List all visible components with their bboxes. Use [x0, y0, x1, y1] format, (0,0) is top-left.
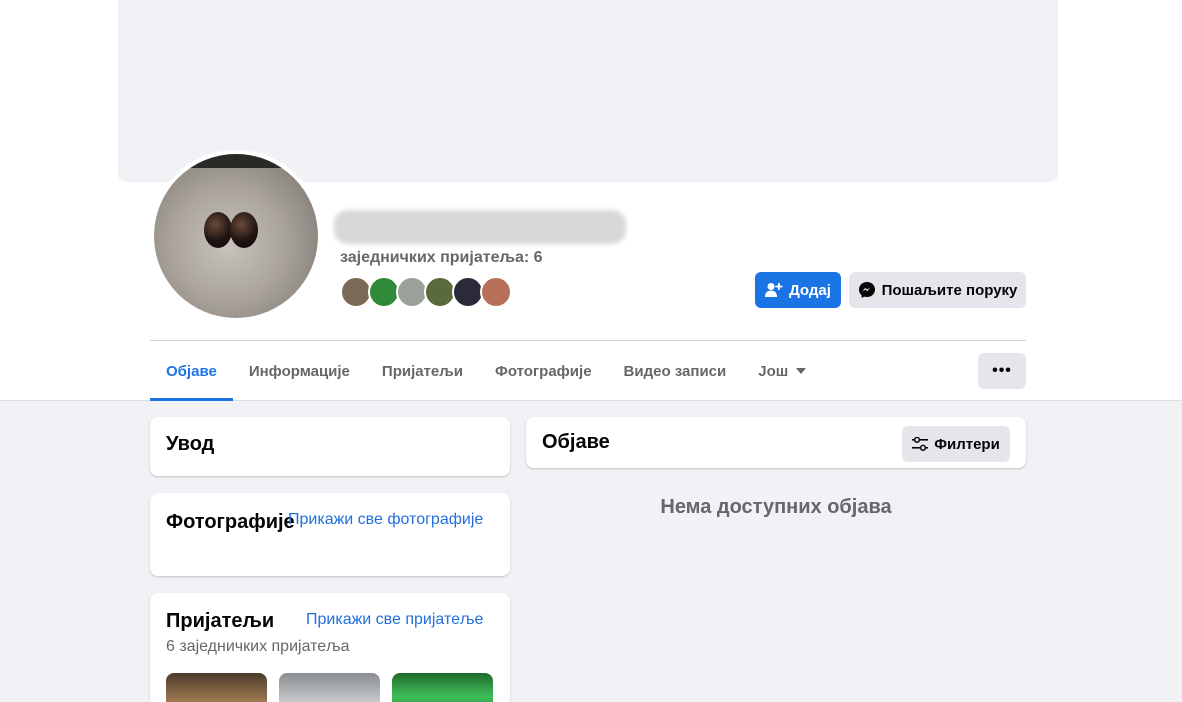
more-options-button[interactable]: ••• [978, 353, 1026, 389]
profile-picture [154, 154, 318, 318]
tab-photos[interactable]: Фотографије [479, 341, 608, 401]
friend-thumbnail[interactable] [166, 673, 267, 702]
tab-more[interactable]: Још [742, 341, 822, 401]
tab-videos[interactable]: Видео записи [608, 341, 743, 401]
profile-header: заједничких пријатеља: 6 Додај Пошаљите … [0, 0, 1182, 401]
intro-title: Увод [166, 433, 215, 455]
friends-title[interactable]: Пријатељи [166, 610, 274, 633]
posts-title: Објаве [542, 431, 610, 453]
friend-thumbnail[interactable] [392, 673, 493, 702]
caret-down-icon [796, 368, 807, 374]
friend-avatar[interactable] [480, 276, 512, 308]
profile-tabs: Објаве Информације Пријатељи Фотографије… [150, 341, 822, 401]
no-posts-message: Нема доступних објава [660, 496, 892, 518]
friend-thumbnail[interactable] [279, 673, 380, 702]
photos-title[interactable]: Фотографије [166, 510, 295, 535]
intro-card: Увод [150, 417, 510, 476]
filters-button[interactable]: Филтери [902, 426, 1010, 462]
profile-name-redacted [334, 210, 626, 244]
friends-card: Пријатељи Прикажи све пријатеље 6 заједн… [150, 593, 510, 702]
see-all-friends-link[interactable]: Прикажи све пријатеље [306, 611, 483, 629]
add-friend-button[interactable]: Додај [755, 272, 841, 308]
see-all-photos-link[interactable]: Прикажи све фотографије [288, 511, 483, 529]
profile-avatar[interactable] [150, 150, 322, 322]
add-friend-icon [765, 283, 783, 297]
send-message-button[interactable]: Пошаљите поруку [849, 272, 1026, 308]
add-friend-label: Додај [789, 281, 831, 299]
photos-card: Фотографије Прикажи све фотографије [150, 493, 510, 576]
tab-friends[interactable]: Пријатељи [366, 341, 479, 401]
tab-posts[interactable]: Објаве [150, 341, 233, 401]
send-message-label: Пошаљите поруку [881, 281, 1018, 299]
tab-about[interactable]: Информације [233, 341, 366, 401]
filters-label: Филтери [934, 435, 1000, 453]
friends-subtitle: 6 заједничких пријатеља [166, 638, 350, 655]
messenger-icon [858, 282, 875, 298]
mutual-friends-count[interactable]: заједничких пријатеља: 6 [340, 249, 543, 267]
filters-icon [912, 437, 929, 451]
posts-header-card: Објаве Филтери [526, 417, 1026, 468]
